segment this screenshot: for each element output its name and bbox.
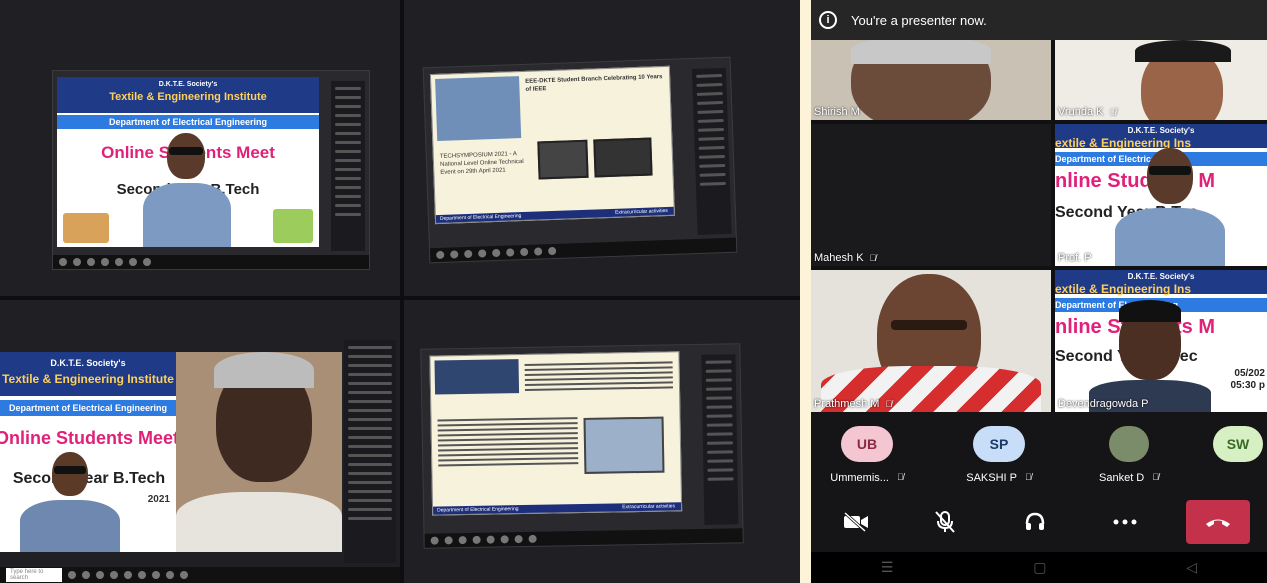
screenshot-q3: D.K.T.E. Society's Textile & Engineering… bbox=[0, 300, 400, 583]
participant-tile[interactable]: Mahesh K 🎙̸ bbox=[811, 124, 1051, 266]
screenshot-q4: Department of Electrical Engineering Ext… bbox=[404, 300, 800, 583]
participant-list bbox=[691, 67, 732, 235]
participant-name: Devendragowda P bbox=[1058, 398, 1149, 410]
participant-name: Prof. P bbox=[1058, 252, 1092, 264]
presentation-slide: EEE-DKTE Student Branch Celebrating 10 Y… bbox=[429, 65, 676, 225]
participant-tile[interactable]: D.K.T.E. Society's extile & Engineering … bbox=[1055, 270, 1267, 412]
mic-off-icon: 🎙̸ bbox=[869, 253, 877, 263]
recents-icon[interactable]: ☰ bbox=[881, 559, 894, 576]
taskbar: Type here to search bbox=[0, 567, 400, 583]
participant-name: Sanket D bbox=[1099, 472, 1145, 484]
presenter-banner: i You're a presenter now. bbox=[811, 0, 1267, 40]
participant-tile[interactable]: Prathmesh M 🎙̸ bbox=[811, 270, 1051, 412]
mic-off-icon: 🎙̸ bbox=[896, 472, 904, 482]
presenter-video bbox=[14, 442, 124, 552]
presenter-video bbox=[137, 127, 237, 247]
participant-name: SAKSHI P bbox=[966, 472, 1017, 484]
presenter-video bbox=[1115, 144, 1225, 266]
photo-grid bbox=[435, 76, 522, 141]
participant-list bbox=[344, 340, 396, 563]
mic-off-icon[interactable] bbox=[917, 502, 973, 542]
mic-off-icon: 🎙̸ bbox=[1109, 107, 1117, 117]
society-text: D.K.T.E. Society's bbox=[50, 358, 126, 368]
participant-name: Mahesh K 🎙̸ bbox=[814, 252, 877, 264]
screenshot-q1: D.K.T.E. Society's Textile & Engineering… bbox=[0, 0, 400, 296]
video-off-icon[interactable] bbox=[828, 502, 884, 542]
hang-up-icon[interactable] bbox=[1186, 500, 1251, 544]
participant-name: Shirish M bbox=[814, 106, 860, 118]
avatar bbox=[1109, 426, 1149, 462]
society-text: D.K.T.E. Society's bbox=[1127, 272, 1195, 281]
footer-right: Extracurricular activities bbox=[622, 503, 676, 511]
society-text: D.K.T.E. Society's bbox=[158, 81, 218, 88]
illustration bbox=[63, 213, 109, 243]
participant-tile[interactable]: Shirish M bbox=[811, 40, 1051, 120]
taskbar-search: Type here to search bbox=[6, 568, 62, 582]
participant-chip[interactable]: Sanket D 🎙̸ bbox=[1073, 412, 1185, 492]
slide-text bbox=[524, 358, 674, 394]
taskbar bbox=[424, 528, 743, 548]
more-icon[interactable] bbox=[1097, 502, 1153, 542]
slide-text bbox=[437, 414, 579, 469]
slide-photo bbox=[583, 416, 665, 474]
participant-chip[interactable]: SP SAKSHI P 🎙̸ bbox=[943, 412, 1055, 492]
participant-name: Prathmesh M 🎙̸ bbox=[814, 398, 893, 410]
mobile-meeting-screen: i You're a presenter now. Shirish M Vrun… bbox=[811, 0, 1267, 583]
institute-text: Textile & Engineering Institute bbox=[109, 91, 267, 103]
photo-collage: D.K.T.E. Society's Textile & Engineering… bbox=[0, 0, 800, 583]
footer-right: Extracurricular activities bbox=[614, 207, 668, 216]
institute-text: Textile & Engineering Institute bbox=[2, 372, 174, 386]
participant-chip[interactable]: UB Ummemis... 🎙̸ bbox=[811, 412, 923, 492]
slide-photo bbox=[537, 139, 589, 180]
year-tail: 2021 bbox=[147, 494, 170, 505]
slide-photo bbox=[434, 359, 520, 395]
meeting-window: EEE-DKTE Student Branch Celebrating 10 Y… bbox=[422, 56, 738, 264]
footer-left: Department of Electrical Engineering bbox=[439, 213, 522, 222]
participant-tile[interactable]: D.K.T.E. Society's extile & Engineering … bbox=[1055, 124, 1267, 266]
footer-left: Department of Electrical Engineering bbox=[437, 506, 519, 514]
participant-list bbox=[331, 81, 365, 251]
slide-event-text: TECHSYMPOSIUM 2021 - A National Level On… bbox=[439, 151, 524, 176]
mic-off-icon: 🎙̸ bbox=[885, 399, 893, 409]
avatar: UB bbox=[841, 426, 893, 462]
participant-strip: UB Ummemis... 🎙̸ SP SAKSHI P 🎙̸ Sanket D 🎙̸… bbox=[811, 412, 1267, 492]
info-icon[interactable]: i bbox=[819, 11, 837, 29]
illustration bbox=[273, 209, 313, 243]
meeting-window: D.K.T.E. Society's Textile & Engineering… bbox=[52, 70, 370, 270]
slide-photo bbox=[593, 137, 653, 178]
android-navbar: ☰ ▢ ◁ bbox=[811, 552, 1267, 583]
presenter-notice: You're a presenter now. bbox=[851, 12, 987, 28]
home-icon[interactable]: ▢ bbox=[1033, 559, 1046, 576]
participant-name: Vrunda K 🎙̸ bbox=[1058, 106, 1117, 118]
slide-headline: EEE-DKTE Student Branch Celebrating 10 Y… bbox=[525, 74, 663, 93]
department-text: Department of Electrical Engineering bbox=[0, 400, 176, 416]
avatar: SP bbox=[973, 426, 1025, 462]
presentation-banner: D.K.T.E. Society's Textile & Engineering… bbox=[0, 352, 176, 552]
avatar: SW bbox=[1213, 426, 1263, 462]
slide-footer: Department of Electrical Engineering Ext… bbox=[435, 206, 674, 224]
back-icon[interactable]: ◁ bbox=[1186, 559, 1197, 576]
taskbar bbox=[53, 255, 369, 269]
mic-off-icon: 🎙̸ bbox=[1025, 472, 1032, 482]
meeting-window: Department of Electrical Engineering Ext… bbox=[420, 343, 744, 549]
slide-footer: Department of Electrical Engineering Ext… bbox=[433, 502, 682, 515]
participant-video bbox=[1085, 298, 1215, 412]
headset-icon[interactable] bbox=[1007, 502, 1063, 542]
institute-text: extile & Engineering Ins bbox=[1055, 282, 1192, 296]
presentation-slide: Department of Electrical Engineering Ext… bbox=[429, 351, 683, 516]
participant-video bbox=[176, 352, 342, 552]
mic-off-icon: 🎙̸ bbox=[1152, 472, 1159, 482]
call-controls bbox=[811, 492, 1267, 552]
taskbar bbox=[429, 237, 737, 263]
presentation-banner: D.K.T.E. Society's Textile & Engineering… bbox=[57, 77, 319, 247]
society-text: D.K.T.E. Society's bbox=[1127, 126, 1195, 135]
participant-list bbox=[701, 354, 739, 525]
date-text: 05/202 bbox=[1234, 368, 1265, 379]
participant-chip[interactable]: SW bbox=[1199, 412, 1267, 492]
participant-name: Ummemis... bbox=[830, 472, 889, 484]
time-text: 05:30 p bbox=[1230, 380, 1265, 391]
screenshot-q2: EEE-DKTE Student Branch Celebrating 10 Y… bbox=[404, 0, 800, 296]
participant-tile[interactable]: Vrunda K 🎙̸ bbox=[1055, 40, 1267, 120]
